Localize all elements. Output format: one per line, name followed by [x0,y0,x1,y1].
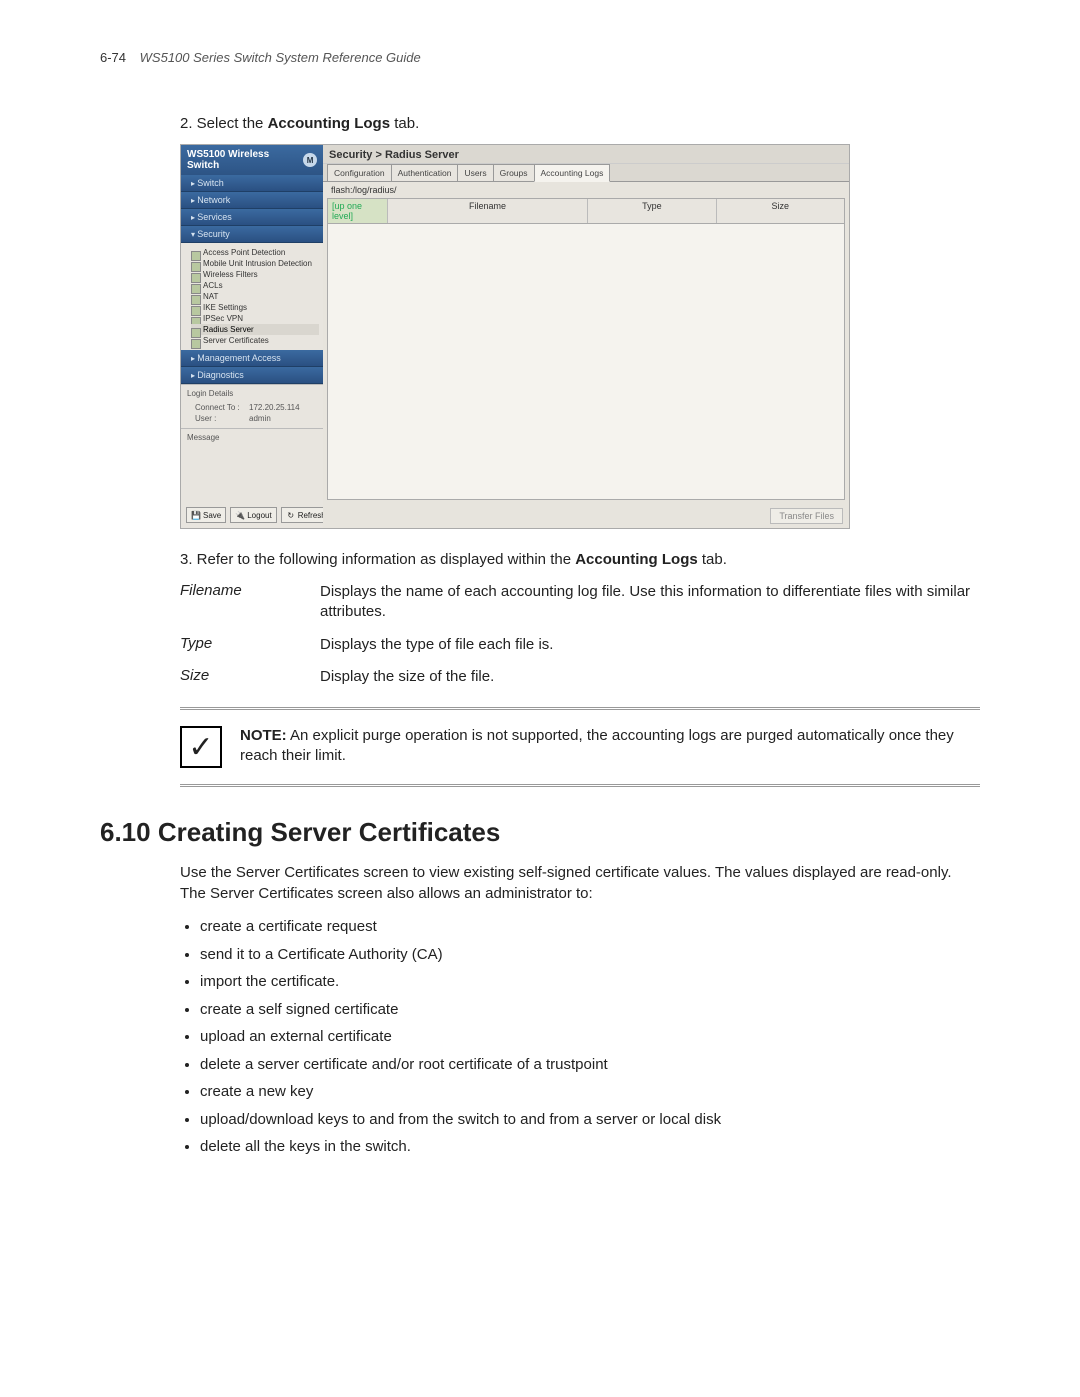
divider-bottom [180,784,980,787]
sidebar-title: WS5100 Wireless Switch M [181,145,323,175]
tree-mu-intrusion[interactable]: Mobile Unit Intrusion Detection [191,258,319,269]
bullet-item: upload an external certificate [200,1024,980,1050]
bullet-item: create a certificate request [200,914,980,940]
tab-bar: Configuration Authentication Users Group… [323,164,849,182]
nav-diagnostics[interactable]: Diagnostics [181,367,323,384]
divider-top [180,707,980,710]
table-body-empty [328,224,844,499]
transfer-files-button[interactable]: Transfer Files [770,508,843,524]
tree-ike[interactable]: IKE Settings [191,302,319,313]
col-size[interactable]: Size [717,199,844,223]
def-type: Type Displays the type of file each file… [180,635,980,655]
col-filename[interactable]: Filename [388,199,588,223]
bullet-item: create a self signed certificate [200,997,980,1023]
up-one-level-link[interactable]: [up one level] [328,199,388,223]
login-details: Login Details Connect To : 172.20.25.114… [181,384,323,428]
tab-users[interactable]: Users [457,164,493,181]
bullet-item: send it to a Certificate Authority (CA) [200,942,980,968]
nav-security[interactable]: Security [181,226,323,243]
guide-title: WS5100 Series Switch System Reference Gu… [140,50,421,65]
nav-network[interactable]: Network [181,192,323,209]
security-tree: Access Point Detection Mobile Unit Intru… [181,243,323,350]
tab-accounting-logs[interactable]: Accounting Logs [534,164,611,182]
tree-ap-detection[interactable]: Access Point Detection [191,247,319,258]
tree-radius-server[interactable]: Radius Server [191,324,319,335]
bullet-item: create a new key [200,1079,980,1105]
path-display: flash:/log/radius/ [323,182,849,198]
def-filename: Filename Displays the name of each accou… [180,582,980,623]
bullet-item: upload/download keys to and from the swi… [200,1107,980,1133]
tab-authentication[interactable]: Authentication [391,164,459,181]
nav-services[interactable]: Services [181,209,323,226]
tree-wireless-filters[interactable]: Wireless Filters [191,269,319,280]
logout-icon: 🔌 [235,510,245,520]
step-2: 2. Select the Accounting Logs tab. [180,115,980,132]
tab-groups[interactable]: Groups [493,164,535,181]
nav-switch[interactable]: Switch [181,175,323,192]
tree-ipsec[interactable]: IPSec VPN [191,313,319,324]
bullet-item: import the certificate. [200,969,980,995]
refresh-icon: ↻ [286,510,296,520]
sidebar: WS5100 Wireless Switch M Switch Network … [181,145,323,528]
logout-button[interactable]: 🔌 Logout [230,507,276,523]
nav-management[interactable]: Management Access [181,350,323,367]
tab-configuration[interactable]: Configuration [327,164,392,181]
section-intro: Use the Server Certificates screen to vi… [180,862,980,904]
save-button[interactable]: 💾 Save [186,507,226,523]
save-icon: 💾 [191,510,201,520]
note-block: ✓ NOTE: An explicit purge operation is n… [180,720,980,774]
breadcrumb: Security > Radius Server [323,145,849,164]
bullet-item: delete all the keys in the switch. [200,1134,980,1160]
step-3: 3. Refer to the following information as… [180,551,980,568]
col-type[interactable]: Type [588,199,716,223]
field-definitions: Filename Displays the name of each accou… [180,582,980,687]
logo-icon: M [303,153,317,167]
bullet-item: delete a server certificate and/or root … [200,1052,980,1078]
logs-table: [up one level] Filename Type Size [327,198,845,500]
def-size: Size Display the size of the file. [180,667,980,687]
tree-acls[interactable]: ACLs [191,280,319,291]
checkmark-icon: ✓ [180,726,222,768]
message-panel: Message [181,428,323,446]
page-number: 6-74 [100,50,126,65]
bullet-list: create a certificate request send it to … [180,914,980,1160]
tree-server-certs[interactable]: Server Certificates [191,335,319,346]
section-heading: 6.10 Creating Server Certificates [100,817,980,848]
app-screenshot: WS5100 Wireless Switch M Switch Network … [180,144,850,529]
tree-nat[interactable]: NAT [191,291,319,302]
page-header: 6-74 WS5100 Series Switch System Referen… [100,50,980,65]
main-panel: Security > Radius Server Configuration A… [323,145,849,528]
